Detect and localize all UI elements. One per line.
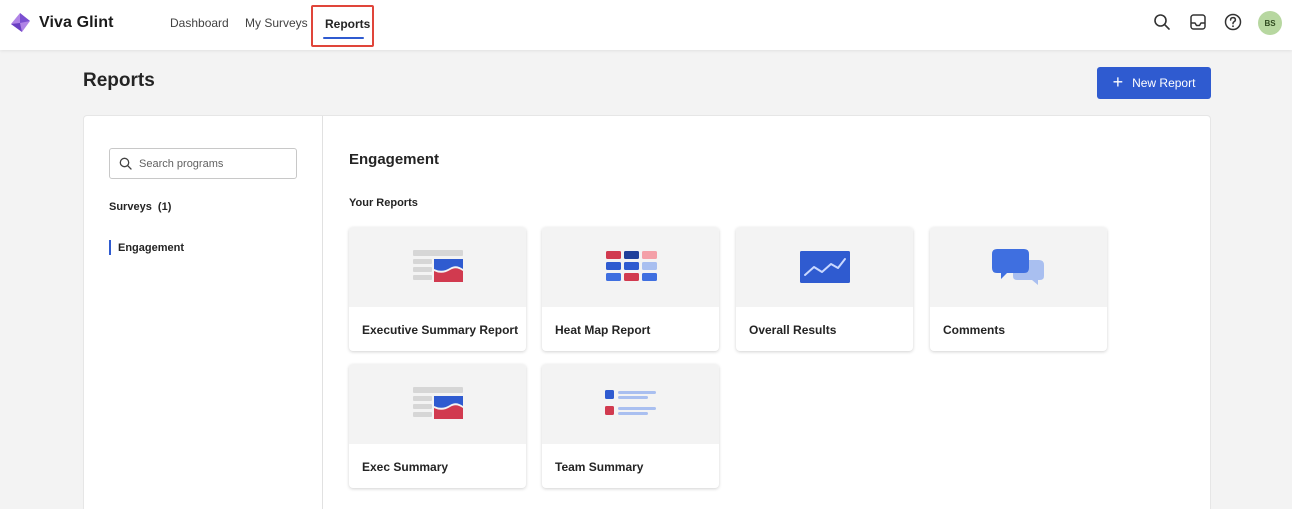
card-thumbnail [542, 227, 719, 307]
card-thumbnail [349, 227, 526, 307]
search-icon [119, 157, 132, 170]
card-label: Comments [943, 323, 1006, 337]
selected-indicator [109, 240, 111, 255]
search-programs-box[interactable] [109, 148, 297, 179]
nav-reports[interactable]: Reports [311, 5, 374, 47]
team-summary-icon [604, 390, 656, 415]
plus-icon: + [1112, 72, 1124, 92]
report-card-team-summary[interactable]: Team Summary [542, 364, 719, 488]
nav-dashboard[interactable]: Dashboard [170, 16, 229, 30]
executive-summary-icon [412, 250, 463, 282]
reports-panel: Surveys (1) Engagement Engagement Your R… [83, 115, 1211, 509]
app-name: Viva Glint [39, 14, 114, 31]
card-thumbnail [542, 364, 719, 444]
your-reports-heading: Your Reports [349, 197, 418, 209]
card-thumbnail [736, 227, 913, 307]
comments-icon [991, 249, 1044, 285]
report-card-executive-summary[interactable]: Executive Summary Report [349, 227, 526, 351]
executive-summary-icon [412, 387, 463, 419]
report-card-comments[interactable]: Comments [930, 227, 1107, 351]
card-label: Overall Results [749, 323, 837, 337]
programs-sidebar: Surveys (1) Engagement [84, 116, 323, 509]
card-thumbnail [349, 364, 526, 444]
viva-glint-logo-icon [11, 13, 30, 32]
card-label: Heat Map Report [555, 323, 651, 337]
card-label: Exec Summary [362, 460, 449, 474]
search-programs-input[interactable] [139, 157, 289, 170]
report-card-overall-results[interactable]: Overall Results [736, 227, 913, 351]
nav-my-surveys[interactable]: My Surveys [245, 16, 308, 30]
top-bar: Viva Glint Dashboard My Surveys Reports … [0, 0, 1292, 50]
user-avatar[interactable]: BS [1258, 11, 1282, 35]
report-card-exec-summary[interactable]: Exec Summary [349, 364, 526, 488]
heat-map-icon [605, 251, 657, 281]
section-title: Engagement [349, 151, 440, 168]
page-title: Reports [83, 70, 155, 91]
help-icon[interactable] [1223, 12, 1243, 32]
new-report-label: New Report [1132, 76, 1196, 90]
sidebar-item-label: Engagement [118, 241, 185, 254]
card-thumbnail [930, 227, 1107, 307]
search-icon[interactable] [1152, 12, 1172, 32]
surveys-count-label: Surveys (1) [109, 201, 172, 213]
new-report-button[interactable]: + New Report [1097, 67, 1211, 99]
brand[interactable]: Viva Glint [9, 11, 114, 35]
nav-active-indicator [323, 37, 364, 39]
inbox-icon[interactable] [1188, 12, 1208, 32]
report-card-heat-map[interactable]: Heat Map Report [542, 227, 719, 351]
overall-results-icon [799, 251, 850, 283]
card-label: Executive Summary Report [362, 323, 519, 337]
card-label: Team Summary [555, 460, 644, 474]
sidebar-item-engagement[interactable]: Engagement [109, 240, 184, 255]
nav-reports-label: Reports [325, 17, 371, 31]
